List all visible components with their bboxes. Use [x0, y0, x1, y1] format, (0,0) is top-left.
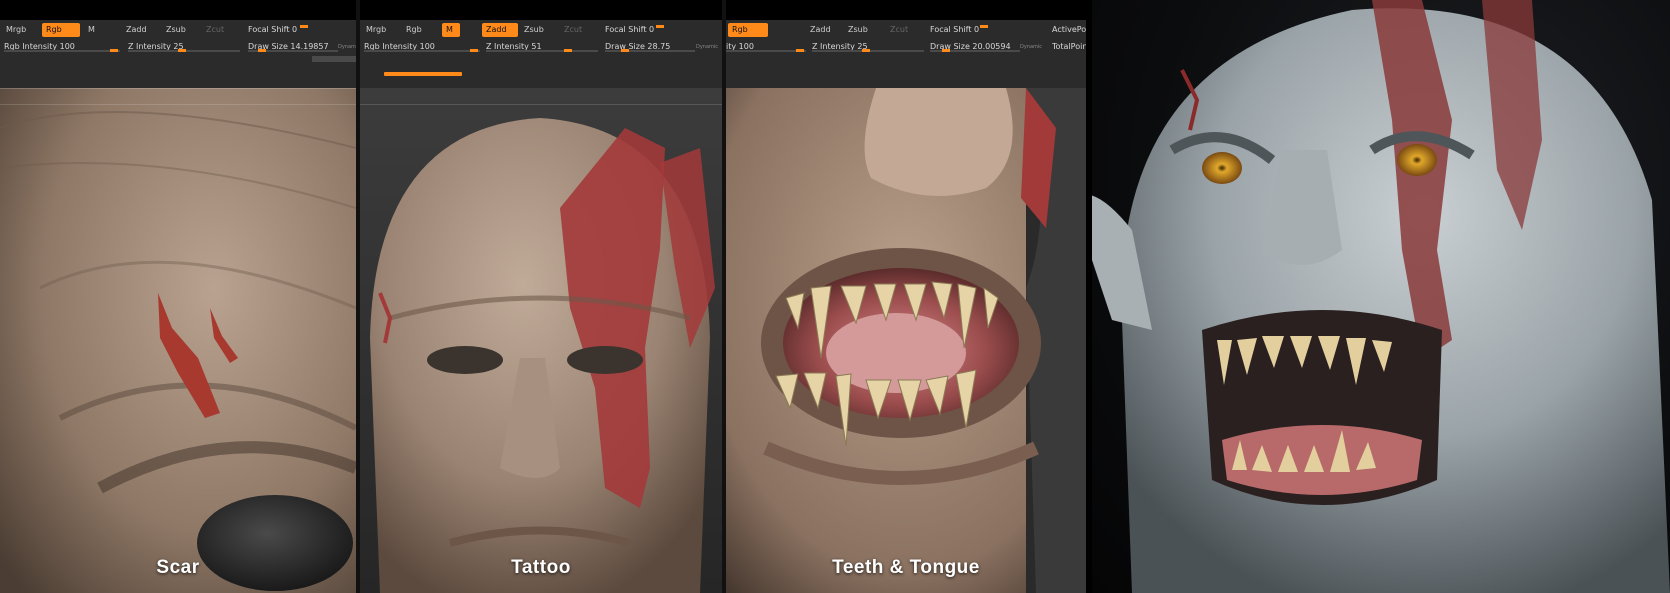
zadd-button[interactable]: Zadd	[806, 23, 835, 37]
active-points-readout: ActivePoi	[1052, 25, 1086, 34]
rgb-intensity-track[interactable]	[364, 49, 480, 52]
rgb-button[interactable]: Rgb	[42, 23, 80, 37]
tattoo-sculpt-image	[360, 88, 722, 593]
dynamic-toggle[interactable]: Dynamic	[338, 40, 356, 54]
m-button[interactable]: M	[84, 23, 99, 37]
zadd-button[interactable]: Zadd	[122, 23, 151, 37]
panel-teeth-tongue: Rgb Zadd Zsub Zcut Focal Shift 0 ActiveP…	[726, 20, 1086, 593]
mrgb-button[interactable]: Mrgb	[2, 23, 30, 37]
panel-scar: Mrgb Rgb M Zadd Zsub Zcut Focal Shift 0 …	[0, 20, 356, 593]
guide-line	[0, 104, 356, 105]
zcut-button[interactable]: Zcut	[886, 23, 912, 37]
zsub-button[interactable]: Zsub	[162, 23, 190, 37]
z-intensity-track[interactable]	[486, 49, 598, 52]
zcut-button[interactable]: Zcut	[202, 23, 228, 37]
mrgb-button[interactable]: Mrgb	[362, 23, 390, 37]
focal-shift-slider[interactable]: Focal Shift 0	[248, 23, 297, 37]
viewport-scar[interactable]: Scar	[0, 88, 356, 593]
total-points-readout: TotalPoin	[1052, 42, 1086, 51]
panel-label: Tattoo	[511, 557, 571, 578]
rgb-button[interactable]: Rgb	[728, 23, 768, 37]
viewport-tattoo[interactable]: Tattoo	[360, 88, 722, 593]
focal-shift-slider[interactable]: Focal Shift 0	[605, 23, 654, 37]
draw-size-track[interactable]	[248, 49, 338, 52]
progress-bar	[384, 72, 462, 76]
dynamic-toggle[interactable]: Dynamic	[696, 40, 718, 54]
zadd-button[interactable]: Zadd	[482, 23, 518, 37]
z-intensity-track[interactable]	[812, 49, 924, 52]
brush-toolbar: Mrgb Rgb M Zadd Zsub Zcut Focal Shift 0 …	[360, 20, 722, 89]
rgb-intensity-track[interactable]	[4, 49, 120, 52]
zcut-button[interactable]: Zcut	[560, 23, 586, 37]
draw-size-track[interactable]	[930, 49, 1020, 52]
zsub-button[interactable]: Zsub	[844, 23, 872, 37]
dynamic-toggle[interactable]: Dynamic	[1020, 40, 1042, 54]
brush-toolbar: Mrgb Rgb M Zadd Zsub Zcut Focal Shift 0 …	[0, 20, 356, 89]
panel-label: Scar	[156, 557, 200, 578]
draw-size-track[interactable]	[605, 49, 695, 52]
rgb-button[interactable]: Rgb	[402, 23, 426, 37]
teeth-tongue-sculpt-image	[726, 88, 1086, 593]
brush-toolbar: Rgb Zadd Zsub Zcut Focal Shift 0 ActiveP…	[726, 20, 1086, 89]
panel-label: Teeth & Tongue	[832, 557, 980, 578]
focal-shift-slider[interactable]: Focal Shift 0	[930, 23, 979, 37]
panel-tattoo: Mrgb Rgb M Zadd Zsub Zcut Focal Shift 0 …	[360, 20, 722, 593]
m-button[interactable]: M	[442, 23, 460, 37]
zsub-button[interactable]: Zsub	[520, 23, 548, 37]
final-render-image	[1092, 0, 1670, 593]
z-intensity-track[interactable]	[128, 49, 240, 52]
viewport-teeth-tongue[interactable]: Teeth & Tongue	[726, 88, 1086, 593]
scar-sculpt-image	[0, 88, 356, 593]
rgb-intensity-track[interactable]	[726, 49, 806, 52]
